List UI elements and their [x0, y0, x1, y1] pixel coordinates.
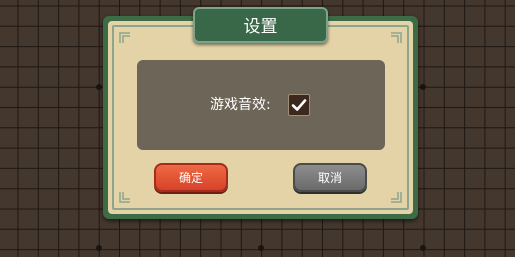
- star-point: [420, 245, 426, 251]
- star-point: [96, 84, 102, 90]
- checkmark-icon: [291, 99, 307, 111]
- sound-effects-label: 游戏音效:: [210, 97, 271, 113]
- star-point: [96, 245, 102, 251]
- star-point: [258, 245, 264, 251]
- confirm-button[interactable]: 确定: [154, 163, 228, 192]
- corner-ornament-icon: [391, 192, 402, 203]
- dialog-title: 设置: [193, 7, 328, 43]
- corner-ornament-icon: [119, 32, 130, 43]
- sound-effects-checkbox[interactable]: [288, 94, 310, 116]
- corner-ornament-icon: [391, 32, 402, 43]
- corner-ornament-icon: [119, 192, 130, 203]
- star-point: [420, 84, 426, 90]
- cancel-button[interactable]: 取消: [293, 163, 367, 192]
